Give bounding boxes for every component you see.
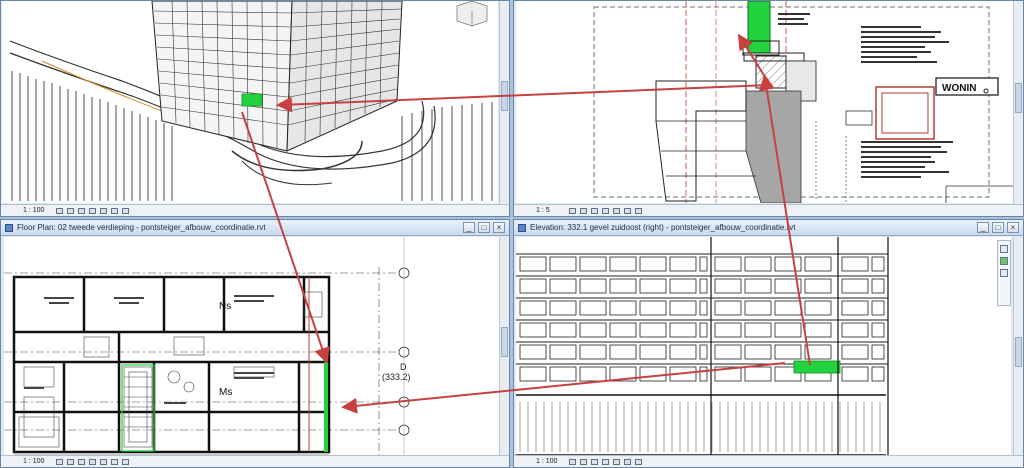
detail-level-icon[interactable] [569, 208, 576, 214]
crop-icon[interactable] [100, 208, 107, 214]
sun-path-icon[interactable] [78, 459, 85, 465]
crop-icon[interactable] [613, 208, 620, 214]
crop-icon[interactable] [613, 459, 620, 465]
detail-drawing: WONIN [516, 1, 1013, 203]
grid-bubble-label: D [400, 362, 407, 372]
vertical-scrollbar[interactable] [499, 1, 509, 204]
navigation-bar[interactable] [997, 240, 1011, 306]
minimize-button[interactable]: _ [977, 222, 989, 233]
highlight-element-elevation [793, 360, 841, 374]
visual-style-icon[interactable] [67, 459, 74, 465]
window-title-bar[interactable]: Floor Plan: 02 tweede verdieping - ponts… [1, 220, 509, 236]
building-3d-drawing [2, 1, 498, 203]
view-control-bar: 1 : 100 [1, 455, 509, 467]
floor-plan-canvas[interactable]: D (333.2) Ns Ms [4, 237, 499, 457]
floor-plan-icon [5, 224, 13, 232]
detail-level-icon[interactable] [56, 459, 63, 465]
detail-level-icon[interactable] [56, 208, 63, 214]
shadows-icon[interactable] [89, 459, 96, 465]
grid-bubble-sub: (333.2) [382, 372, 411, 382]
detail-level-icon[interactable] [569, 459, 576, 465]
close-button[interactable]: × [1007, 222, 1019, 233]
window-title: Floor Plan: 02 tweede verdieping - ponts… [17, 223, 266, 232]
detail-view-canvas[interactable]: WONIN [516, 1, 1013, 203]
view-control-bar: 1 : 100 [514, 455, 1023, 467]
maximize-button[interactable]: □ [478, 222, 490, 233]
elevation-window[interactable]: Elevation: 332.1 gevel zuidoost (right) … [513, 219, 1024, 468]
steering-wheel-icon[interactable] [1000, 245, 1008, 253]
elevation-drawing [516, 237, 1011, 457]
vertical-scrollbar[interactable] [1013, 237, 1023, 455]
floor-plan-window[interactable]: Floor Plan: 02 tweede verdieping - ponts… [0, 219, 510, 468]
view-3d-window[interactable]: 1 : 100 [0, 0, 510, 217]
elevation-canvas[interactable] [516, 237, 1011, 457]
lock-icon[interactable] [122, 459, 129, 465]
visual-style-icon[interactable] [580, 208, 587, 214]
detail-view-window[interactable]: WONIN 1 : 5 [513, 0, 1024, 217]
window-title: Elevation: 332.1 gevel zuidoost (right) … [530, 223, 796, 232]
hide-icon[interactable] [624, 208, 631, 214]
view-3d-canvas[interactable] [2, 1, 498, 203]
sun-path-icon[interactable] [78, 208, 85, 214]
lock-icon[interactable] [635, 208, 642, 214]
floor-plan-drawing: D (333.2) Ns Ms [4, 237, 499, 457]
room-tag-ns: Ns [219, 301, 231, 312]
vertical-scrollbar[interactable] [1013, 1, 1023, 204]
room-tag-text: WONIN [942, 83, 976, 94]
shadows-icon[interactable] [602, 459, 609, 465]
zoom-menu-icon[interactable] [1000, 269, 1008, 277]
maximize-button[interactable]: □ [992, 222, 1004, 233]
close-button[interactable]: × [493, 222, 505, 233]
hide-icon[interactable] [624, 459, 631, 465]
elevation-icon [518, 224, 526, 232]
crop-icon[interactable] [100, 459, 107, 465]
room-tag-ms: Ms [219, 387, 232, 398]
visual-style-icon[interactable] [67, 208, 74, 214]
view-control-bar: 1 : 5 [514, 204, 1023, 216]
sun-path-icon[interactable] [591, 459, 598, 465]
view-control-bar: 1 : 100 [1, 204, 509, 216]
hide-icon[interactable] [111, 208, 118, 214]
view-scale[interactable]: 1 : 5 [536, 207, 550, 214]
view-scale[interactable]: 1 : 100 [23, 207, 44, 214]
window-title-bar[interactable]: Elevation: 332.1 gevel zuidoost (right) … [514, 220, 1023, 236]
minimize-button[interactable]: _ [463, 222, 475, 233]
sun-path-icon[interactable] [591, 208, 598, 214]
hide-icon[interactable] [111, 459, 118, 465]
vertical-scrollbar[interactable] [499, 237, 509, 455]
shadows-icon[interactable] [602, 208, 609, 214]
lock-icon[interactable] [122, 208, 129, 214]
view-scale[interactable]: 1 : 100 [536, 458, 557, 465]
lock-icon[interactable] [635, 459, 642, 465]
visual-style-icon[interactable] [580, 459, 587, 465]
zoom-icon[interactable] [1000, 257, 1008, 265]
highlight-element-3d [241, 93, 263, 107]
view-scale[interactable]: 1 : 100 [23, 458, 44, 465]
highlight-element-detail [747, 1, 771, 54]
shadows-icon[interactable] [89, 208, 96, 214]
